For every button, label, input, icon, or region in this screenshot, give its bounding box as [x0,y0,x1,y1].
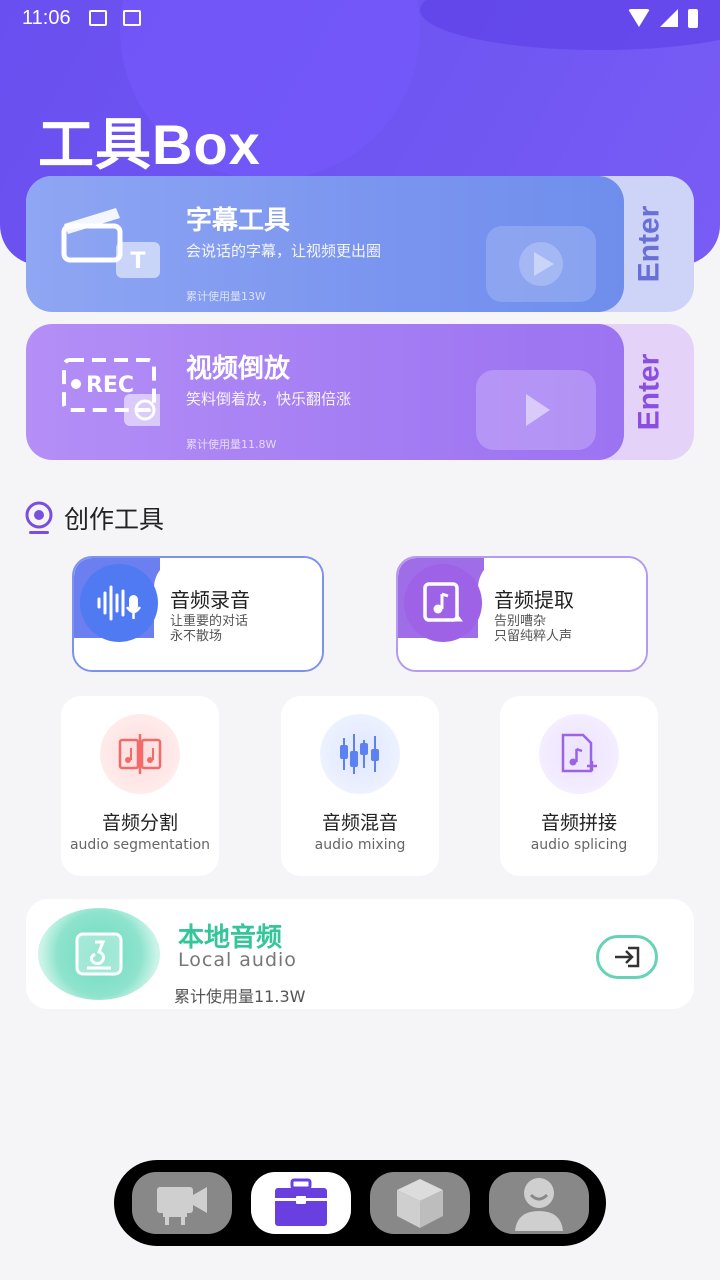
video-reverse-desc: 笑料倒着放，快乐翻倍涨 [186,390,352,408]
svg-text:REC: REC [86,373,134,398]
music-file-add-icon [539,714,619,794]
audio-mixing-title: 音频混音 [321,812,398,834]
subtitle-tool-title: 字幕工具 [186,206,291,236]
local-audio-usage: 累计使用量11.3W [174,987,306,1006]
subtitle-tool-enter-button[interactable]: Enter [604,176,694,312]
play-video-decoration-icon [486,226,596,302]
video-reverse-usage: 累计使用量11.8W [186,438,277,451]
audio-splicing-title: 音频拼接 [540,812,617,834]
local-audio-subtitle: Local audio [178,949,297,971]
audio-extract-title: 音频提取 [494,588,574,612]
cube-icon [396,1179,443,1228]
wifi-icon [628,9,650,27]
svg-text:T: T [130,249,145,274]
audio-extract-desc: 告别嘈杂 只留纯粹人声 [494,614,634,644]
image-icon [88,10,107,26]
mixer-icon [320,714,400,794]
video-reverse-enter-button[interactable]: Enter [604,324,694,460]
section-title: 创作工具 [64,505,165,534]
enter-arrow-icon[interactable] [596,935,658,979]
desc-line: 告别嘈杂 [494,614,547,629]
subtitle-tool-usage: 累计使用量13W [186,290,266,303]
audio-splicing-card[interactable]: 音频拼接 audio splicing [500,696,658,876]
subtitle-tool-card[interactable]: T 字幕工具 会说话的字幕，让视频更出圈 累计使用量13W Enter [26,176,694,312]
video-reverse-title: 视频倒放 [186,354,291,384]
music-file-extract-icon [404,564,482,642]
nav-video-tab[interactable] [131,1172,232,1234]
clapperboard-icon: T [61,208,160,278]
play-video-decoration-icon [476,370,596,450]
audio-mixing-card[interactable]: 音频混音 audio mixing [281,696,439,876]
location-pin-icon [25,501,53,534]
section-heading: 创作工具 [24,500,164,536]
nav-profile-tab[interactable] [488,1172,589,1234]
rec-rewind-icon: REC [62,358,160,426]
audio-recording-title: 音频录音 [170,588,250,612]
text-a-icon [122,10,141,26]
subtitle-tool-desc: 会说话的字幕，让视频更出圈 [186,242,382,260]
desc-line: 让重要的对话 [170,614,249,629]
battery-icon [688,8,698,28]
profile-icon [514,1178,563,1231]
status-time: 11:06 [22,6,71,29]
audio-extract-card[interactable]: 音频提取 告别嘈杂 只留纯粹人声 [396,556,648,672]
toolbox-icon [274,1178,327,1226]
audio-recording-card[interactable]: 音频录音 让重要的对话 永不散场 [72,556,324,672]
desc-line: 只留纯粹人声 [494,629,573,644]
video-reverse-card[interactable]: REC 视频倒放 笑料倒着放，快乐翻倍涨 累计使用量11.8W Enter [26,324,694,460]
subtitle-tool-main[interactable]: T 字幕工具 会说话的字幕，让视频更出圈 累计使用量13W [26,176,624,312]
signal-icon [660,9,678,27]
nav-toolbox-tab[interactable] [250,1172,351,1234]
local-audio-card[interactable]: 本地音频 Local audio 累计使用量11.3W [26,899,694,1009]
local-music-icon [38,908,160,1000]
enter-label: Enter [632,353,665,431]
nav-cube-tab[interactable] [369,1172,470,1234]
video-reverse-main[interactable]: REC 视频倒放 笑料倒着放，快乐翻倍涨 累计使用量11.8W [26,324,624,460]
video-camera-icon [156,1187,207,1225]
split-audio-icon [100,714,180,794]
page-title: 工具Box [38,113,261,176]
waveform-mic-icon [80,564,158,642]
audio-segmentation-subtitle: audio segmentation [69,837,211,853]
audio-recording-desc: 让重要的对话 永不散场 [170,614,310,644]
audio-splicing-subtitle: audio splicing [530,837,628,853]
audio-segmentation-title: 音频分割 [101,812,178,834]
enter-label: Enter [632,205,665,283]
desc-line: 永不散场 [170,629,223,644]
audio-mixing-subtitle: audio mixing [314,837,406,853]
bottom-nav [114,1160,606,1246]
audio-segmentation-card[interactable]: 音频分割 audio segmentation [61,696,219,876]
status-bar: 11:06 [0,0,720,36]
